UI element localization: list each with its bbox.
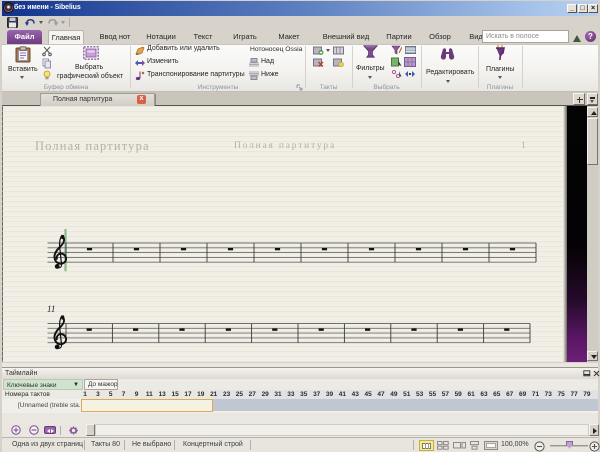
svg-text:11: 11 bbox=[47, 304, 55, 314]
